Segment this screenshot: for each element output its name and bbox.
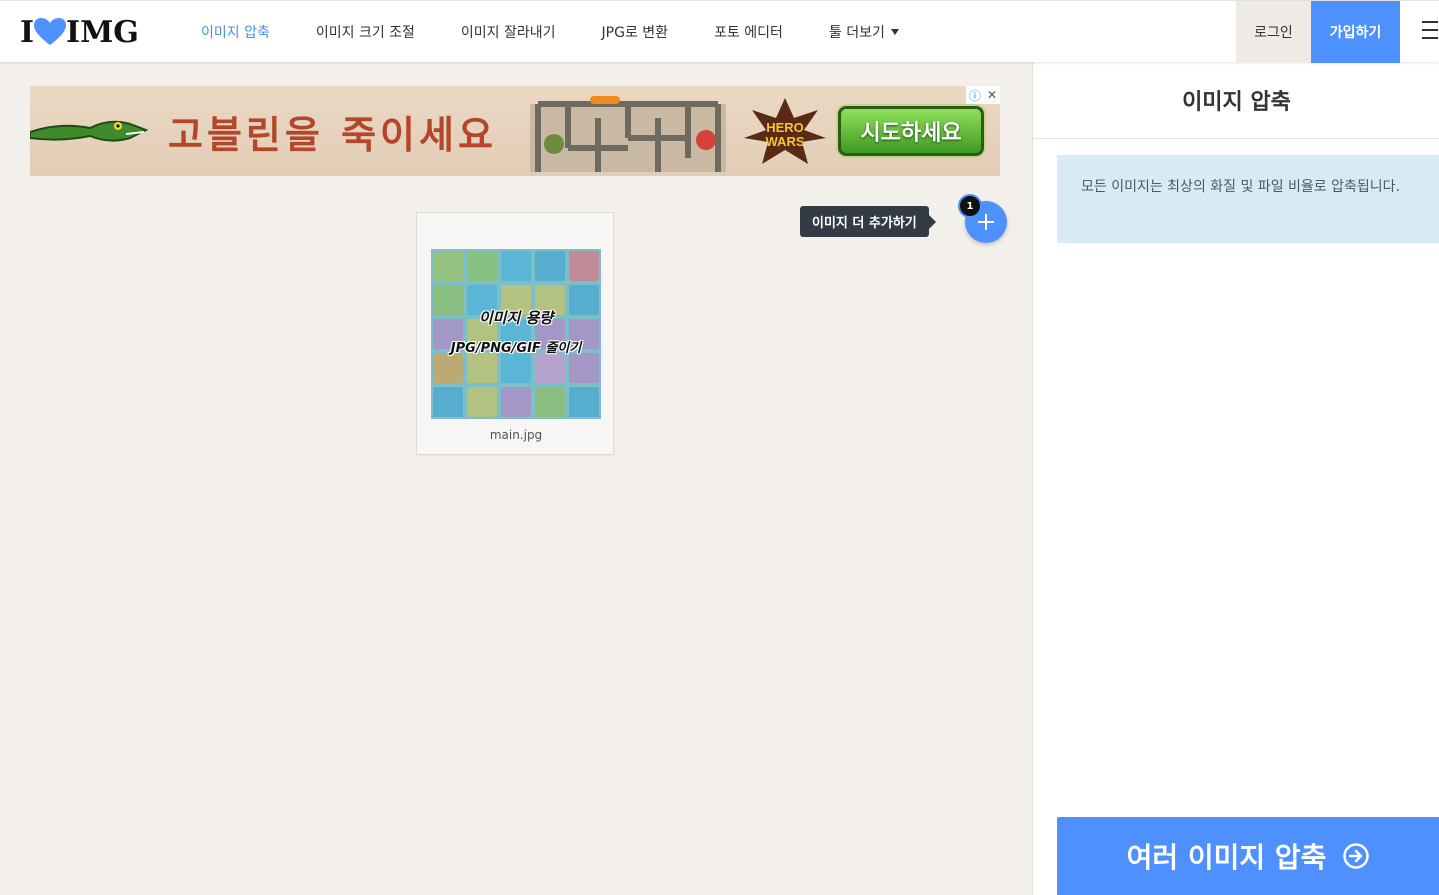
nav-convert-jpg[interactable]: JPG로 변환 [579,1,692,63]
svg-text:HERO: HERO [766,120,804,135]
ad-banner[interactable]: 고블린을 죽이세요 HERO WARS 시도하세요 ⓘ ✕ [30,86,1000,176]
compress-button-label: 여러 이미지 압축 [1126,841,1327,874]
nav-more-tools[interactable]: 툴 더보기 [806,1,922,63]
top-header: I IMG 이미지 압축 이미지 크기 조절 이미지 잘라내기 JPG로 변환 … [0,0,1439,63]
main-nav: 이미지 압축 이미지 크기 조절 이미지 잘라내기 JPG로 변환 포토 에디터… [178,1,922,63]
file-icons-pattern [431,249,601,419]
file-count-badge: 1 [958,194,982,218]
nav-more-tools-label: 툴 더보기 [828,25,885,41]
workspace: 고블린을 죽이세요 HERO WARS 시도하세요 ⓘ ✕ 이미지 더 추가하기… [0,62,1032,895]
thumbnail-title: 이미지 용량 [478,309,554,327]
hero-wars-logo: HERO WARS [744,98,826,164]
nav-crop-image[interactable]: 이미지 잘라내기 [438,1,579,63]
close-icon[interactable]: ✕ [987,88,997,102]
login-button[interactable]: 로그인 [1236,1,1311,63]
svg-text:WARS: WARS [766,134,805,149]
plus-icon [978,214,994,230]
add-more-tooltip: 이미지 더 추가하기 [800,206,936,237]
heart-icon [34,18,67,45]
compress-images-button[interactable]: 여러 이미지 압축 [1057,817,1439,895]
nav-compress-image[interactable]: 이미지 압축 [178,1,293,63]
file-card[interactable]: 이미지 용량 JPG/PNG/GIF 줄이기 main.jpg [416,212,614,455]
ad-close-controls[interactable]: ⓘ ✕ [966,86,1000,104]
snake-image [30,120,149,142]
ad-headline: 고블린을 죽이세요 [168,113,497,157]
ad-cta-button[interactable]: 시도하세요 [838,106,984,156]
caret-down-icon [890,29,899,35]
logo[interactable]: I IMG [20,14,139,50]
file-name: main.jpg [489,428,543,442]
info-message: 모든 이미지는 최상의 화질 및 파일 비율로 압축됩니다. [1057,155,1439,243]
logo-text-right: IMG [66,14,139,50]
thumbnail-subtitle: JPG/PNG/GIF 줄이기 [450,341,582,356]
ad-info-icon[interactable]: ⓘ [969,87,981,104]
maze-game-image [530,96,726,172]
arrow-right-circle-icon [1343,843,1370,869]
hamburger-icon[interactable] [1418,21,1439,43]
nav-photo-editor[interactable]: 포토 에디터 [691,1,806,63]
signup-button[interactable]: 가입하기 [1311,1,1400,63]
options-sidebar: 이미지 압축 모든 이미지는 최상의 화질 및 파일 비율로 압축됩니다. 여러… [1032,62,1439,895]
file-thumbnail: 이미지 용량 JPG/PNG/GIF 줄이기 [431,249,601,419]
nav-resize-image[interactable]: 이미지 크기 조절 [293,1,438,63]
sidebar-title: 이미지 압축 [1033,62,1439,139]
